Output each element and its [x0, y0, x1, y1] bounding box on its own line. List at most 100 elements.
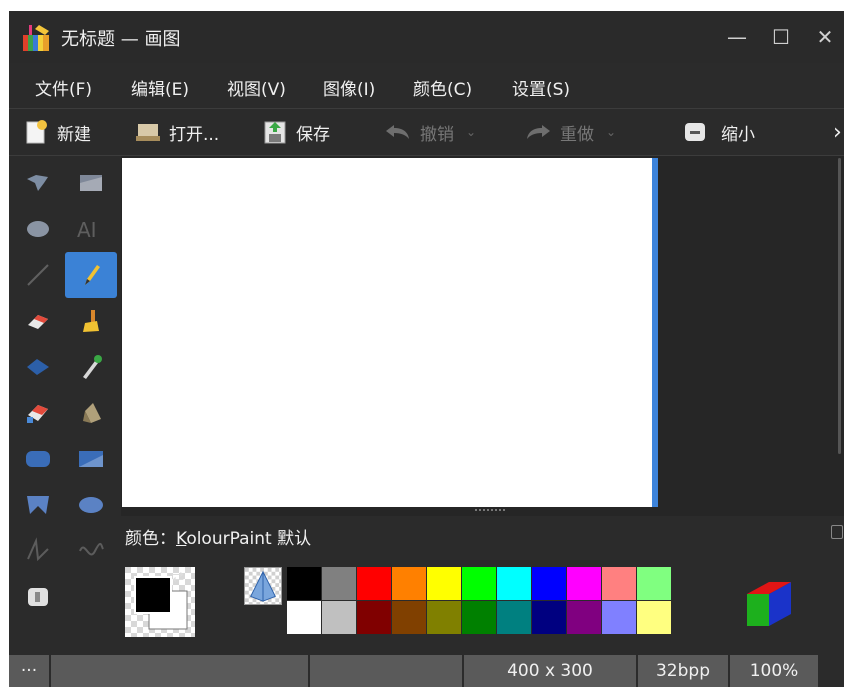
- spraycan-tool[interactable]: [65, 390, 117, 436]
- redo-dropdown-chevron-icon[interactable]: ⌄: [606, 125, 616, 139]
- palette-swatch[interactable]: [462, 601, 496, 634]
- palette-swatch[interactable]: [532, 567, 566, 600]
- ellipse-tool[interactable]: [65, 482, 117, 528]
- menu-colors[interactable]: 颜色(C): [413, 75, 472, 100]
- palette-swatch[interactable]: [287, 601, 321, 634]
- menu-bar: 文件(F) 编辑(E) 视图(V) 图像(I) 颜色(C) 设置(S): [9, 67, 844, 107]
- zoom-out-icon: [685, 123, 705, 141]
- color-similarity-cube-icon[interactable]: [743, 576, 795, 628]
- menu-image[interactable]: 图像(I): [323, 75, 375, 100]
- color-eraser-icon: [27, 405, 48, 423]
- redo-button[interactable]: 重做 ⌄: [524, 117, 616, 147]
- splitter-grip[interactable]: [475, 509, 505, 513]
- redo-icon: [527, 125, 550, 139]
- tool-option-button[interactable]: [12, 574, 64, 620]
- pen-tool[interactable]: [65, 252, 117, 298]
- menu-file[interactable]: 文件(F): [35, 75, 92, 100]
- palette-swatch[interactable]: [392, 567, 426, 600]
- palette-swatch[interactable]: [322, 567, 356, 600]
- kolourpaint-app-icon: [23, 25, 49, 51]
- palette-swatch[interactable]: [427, 567, 461, 600]
- line-tool[interactable]: [12, 252, 64, 298]
- undo-icon: [386, 125, 409, 139]
- elliptical-selection-tool[interactable]: [12, 206, 64, 252]
- color-box-float-icon[interactable]: [831, 525, 843, 539]
- zoom-out-button[interactable]: 缩小: [683, 117, 755, 147]
- palette-swatch[interactable]: [497, 567, 531, 600]
- swap-colors-icon[interactable]: ⮂: [172, 568, 184, 586]
- palette-swatch[interactable]: [602, 567, 636, 600]
- rounded-rectangle-icon: [26, 451, 50, 467]
- palette-swatch[interactable]: [427, 601, 461, 634]
- pencil-icon: [85, 265, 100, 285]
- status-more[interactable]: ···: [9, 655, 49, 687]
- transparent-color-button[interactable]: [244, 567, 282, 605]
- maximize-button[interactable]: ☐: [765, 21, 797, 53]
- open-label: 打开...: [169, 124, 220, 145]
- palette-swatch[interactable]: [357, 601, 391, 634]
- color-picker-tool[interactable]: [65, 344, 117, 390]
- status-bar: ··· 400 x 300 32bpp 100%: [9, 655, 844, 687]
- drawing-canvas[interactable]: [122, 158, 652, 507]
- line-icon: [27, 264, 49, 286]
- palette-swatch[interactable]: [497, 601, 531, 634]
- palette-swatch[interactable]: [462, 567, 496, 600]
- save-icon: [264, 121, 286, 144]
- svg-text:AI: AI: [77, 218, 97, 242]
- vertical-scrollbar-thumb[interactable]: [838, 158, 841, 454]
- menu-edit[interactable]: 编辑(E): [131, 75, 189, 100]
- ellipse-icon: [79, 497, 103, 513]
- rectangle-tool[interactable]: [65, 436, 117, 482]
- undo-label: 撤销: [420, 124, 454, 145]
- free-form-selection-tool[interactable]: [12, 160, 64, 206]
- new-label: 新建: [57, 124, 91, 145]
- open-folder-icon: [136, 124, 160, 141]
- undo-dropdown-chevron-icon[interactable]: ⌄: [466, 125, 476, 139]
- spraycan-icon: [83, 403, 101, 423]
- color-eraser-tool[interactable]: [12, 390, 64, 436]
- vertical-scrollbar[interactable]: [836, 158, 844, 458]
- text-icon: AI: [77, 218, 97, 242]
- palette-swatch[interactable]: [322, 601, 356, 634]
- palette-swatch[interactable]: [637, 567, 671, 600]
- new-document-icon: [26, 120, 47, 144]
- palette-swatch[interactable]: [567, 601, 601, 634]
- text-tool[interactable]: AI: [65, 206, 117, 252]
- redo-label: 重做: [560, 124, 594, 145]
- tool-option-icon: [28, 588, 48, 606]
- rectangular-selection-tool[interactable]: [65, 160, 117, 206]
- palette-swatch[interactable]: [357, 567, 391, 600]
- palette-swatch[interactable]: [637, 601, 671, 634]
- close-button[interactable]: ✕: [809, 21, 841, 53]
- color-box-mnemonic: K: [176, 529, 187, 549]
- menu-settings[interactable]: 设置(S): [512, 75, 570, 100]
- color-palette: [287, 567, 671, 635]
- foreground-background-colors[interactable]: [125, 567, 195, 637]
- minimize-button[interactable]: —: [721, 21, 753, 53]
- canvas-resize-edge[interactable]: [652, 158, 658, 507]
- palette-swatch[interactable]: [392, 601, 426, 634]
- brush-tool[interactable]: [65, 298, 117, 344]
- palette-swatch[interactable]: [532, 601, 566, 634]
- palette-swatch[interactable]: [287, 567, 321, 600]
- curve-tool[interactable]: [65, 528, 117, 574]
- toolbar-overflow-button[interactable]: ›: [833, 117, 842, 147]
- rounded-rectangle-tool[interactable]: [12, 436, 64, 482]
- flood-fill-tool[interactable]: [12, 344, 64, 390]
- palette-swatch[interactable]: [602, 601, 636, 634]
- open-button[interactable]: 打开...: [135, 117, 219, 147]
- palette-swatch[interactable]: [567, 567, 601, 600]
- status-color-depth: 32bpp: [638, 655, 728, 687]
- menu-view[interactable]: 视图(V): [227, 75, 286, 100]
- polygon-icon: [27, 496, 49, 514]
- new-button[interactable]: 新建: [23, 117, 91, 147]
- polygon-tool[interactable]: [12, 482, 64, 528]
- save-button[interactable]: 保存: [262, 117, 330, 147]
- eraser-tool[interactable]: [12, 298, 64, 344]
- canvas-viewport: [121, 156, 844, 516]
- rectangle-icon: [79, 451, 103, 467]
- color-picker-icon: [83, 355, 102, 379]
- connected-lines-tool[interactable]: [12, 528, 64, 574]
- undo-button[interactable]: 撤销 ⌄: [384, 117, 476, 147]
- eraser-icon: [28, 315, 48, 329]
